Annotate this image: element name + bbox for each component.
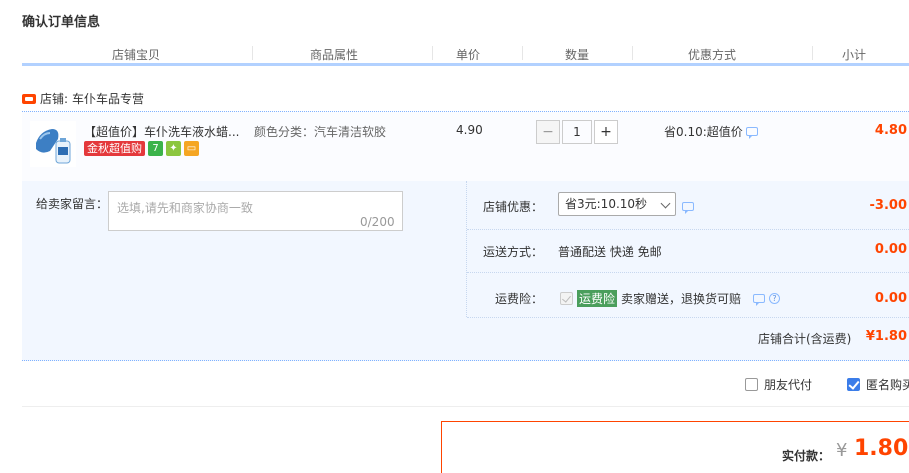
quantity-input[interactable]: 1 xyxy=(562,120,592,144)
column-divider xyxy=(432,46,433,60)
insurance-amount: 0.00 xyxy=(874,291,907,306)
shipping-label: 运送方式： xyxy=(483,245,544,259)
comment-icon[interactable] xyxy=(682,202,694,214)
chevron-down-icon xyxy=(660,198,671,209)
item-unit-price: 4.90 xyxy=(456,123,483,137)
tmall-shop-icon xyxy=(22,93,36,104)
item-badges: 金秋超值购 7 ✦ ▭ xyxy=(84,141,199,156)
shop-prefix: 店铺: xyxy=(40,92,69,106)
shop-total-value: ¥1.80 xyxy=(865,329,907,344)
anonymous-label: 匿名购买 xyxy=(866,378,909,392)
shop-name-link[interactable]: 车仆车品专营 xyxy=(72,90,144,107)
column-quantity: 数量 xyxy=(565,48,590,62)
shop-total-label: 店铺合计(含运费) xyxy=(758,332,852,346)
seven-day-return-icon[interactable]: 7 xyxy=(148,141,163,156)
row-divider xyxy=(467,229,909,230)
quantity-plus-button[interactable]: + xyxy=(594,120,618,144)
item-promotion: 省0.10:超值价 xyxy=(664,123,758,140)
message-counter: 0/200 xyxy=(360,215,395,229)
insurance-label: 运费险： xyxy=(495,292,544,306)
promo-badge: 金秋超值购 xyxy=(84,141,145,156)
comment-icon[interactable] xyxy=(745,127,758,139)
column-attributes: 商品属性 xyxy=(310,48,359,62)
panel-divider xyxy=(466,181,467,317)
product-thumbnail[interactable] xyxy=(30,121,76,167)
insurance-checkbox[interactable] xyxy=(560,292,573,305)
friend-pay-checkbox[interactable] xyxy=(745,378,758,391)
column-unit-price: 单价 xyxy=(456,48,481,62)
shop-discount-select[interactable]: 省3元:10.10秒 xyxy=(558,192,676,216)
shop-line: 店铺: 车仆车品专营 xyxy=(22,90,144,107)
shop-discount-amount: -3.00 xyxy=(869,198,907,213)
column-divider xyxy=(812,46,813,60)
item-attribute: 颜色分类：汽车清洁软胶 xyxy=(254,125,387,139)
row-divider xyxy=(467,272,909,273)
column-header: 店铺宝贝 商品属性 单价 数量 优惠方式 小计 xyxy=(22,42,909,66)
payment-currency: ¥ xyxy=(836,440,848,461)
column-divider xyxy=(632,46,633,60)
divider xyxy=(22,406,909,407)
item-promotion-text: 省0.10:超值价 xyxy=(664,125,743,139)
column-shop-item: 店铺宝贝 xyxy=(112,48,161,62)
column-divider xyxy=(252,46,253,60)
shop-discount-label: 店铺优惠： xyxy=(483,200,544,214)
help-icon[interactable]: ? xyxy=(769,293,781,304)
item-title-link[interactable]: 【超值价】车仆洗车液水蜡... xyxy=(84,123,246,140)
insurance-desc: 卖家赠送，退换货可赔 xyxy=(621,292,742,306)
comment-icon[interactable] xyxy=(753,294,766,306)
insurance-tag: 运费险 xyxy=(577,290,618,307)
message-label: 给卖家留言： xyxy=(36,197,109,211)
shipping-amount: 0.00 xyxy=(874,242,907,257)
row-divider xyxy=(467,317,909,318)
page-title: 确认订单信息 xyxy=(22,15,101,30)
payment-value: 1.80 xyxy=(854,436,909,461)
quantity-stepper: − 1 + xyxy=(536,120,618,144)
item-subtotal: 4.80 xyxy=(874,123,907,138)
guarantee-icon[interactable]: ✦ xyxy=(166,141,181,156)
column-promotion: 优惠方式 xyxy=(688,48,737,62)
shipping-value: 普通配送 快递 免邮 xyxy=(558,245,662,259)
anonymous-option[interactable]: 匿名购买 xyxy=(847,376,909,393)
payment-label: 实付款： xyxy=(782,449,831,463)
friend-pay-option[interactable]: 朋友代付 xyxy=(745,376,812,393)
friend-pay-label: 朋友代付 xyxy=(764,378,813,392)
shop-discount-selected: 省3元:10.10秒 xyxy=(565,197,648,211)
message-placeholder: 选填,请先和商家协商一致 xyxy=(117,201,253,215)
insurance-option: 运费险 卖家赠送，退换货可赔 ? xyxy=(560,290,781,307)
credit-card-icon[interactable]: ▭ xyxy=(184,141,199,156)
quantity-minus-button[interactable]: − xyxy=(536,120,560,144)
column-divider xyxy=(522,46,523,60)
anonymous-checkbox[interactable] xyxy=(847,378,860,391)
product-image-icon xyxy=(30,121,76,167)
column-subtotal: 小计 xyxy=(842,48,867,62)
